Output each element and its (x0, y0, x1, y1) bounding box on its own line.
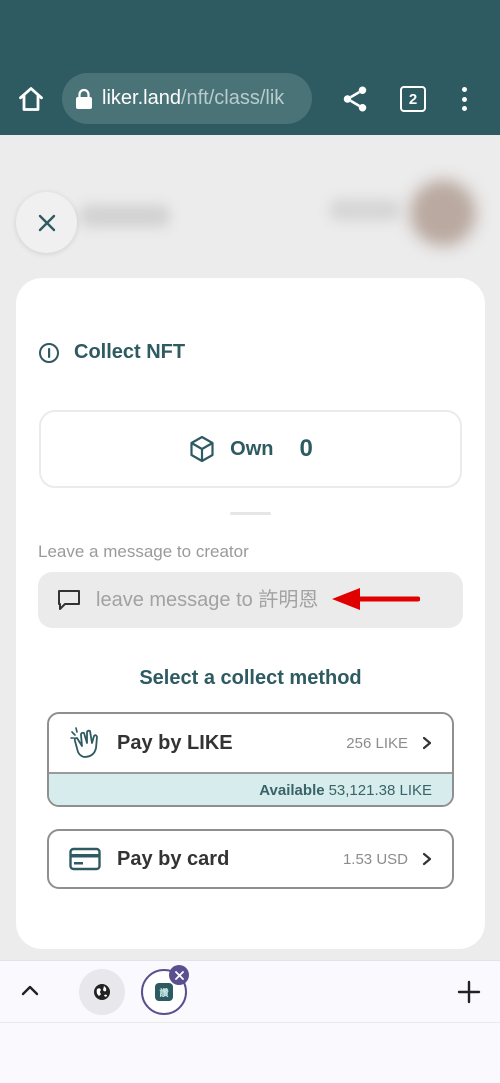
close-icon (38, 214, 55, 231)
tab-switcher-button[interactable]: 2 (400, 86, 426, 112)
own-count-box: Own 0 (39, 410, 462, 488)
home-button[interactable] (14, 82, 48, 116)
message-label: Leave a message to creator (38, 542, 249, 561)
blurred-text (80, 205, 170, 227)
chevron-right-icon (422, 736, 432, 750)
message-input[interactable] (96, 588, 336, 612)
cube-icon (190, 435, 214, 463)
info-icon (39, 342, 59, 363)
clap-icon (70, 727, 98, 758)
dialog-header: Collect NFT (38, 341, 185, 364)
url-path: /nft/class/lik (180, 87, 285, 109)
url-bar[interactable]: liker.land/nft/class/lik (62, 73, 312, 124)
pay-by-card-price: 1.53 USD (342, 850, 408, 868)
annotation-arrow-icon (332, 588, 420, 610)
credit-card-icon (69, 847, 101, 871)
chevron-up-icon[interactable] (18, 979, 42, 1003)
available-label: Available (259, 782, 325, 799)
dialog-title: Collect NFT (74, 341, 186, 363)
globe-icon (94, 984, 110, 1000)
tab-globe[interactable] (79, 969, 125, 1015)
lock-icon (76, 88, 92, 109)
share-icon[interactable] (340, 84, 370, 114)
browser-toolbar: liker.land/nft/class/lik 2 (0, 0, 500, 135)
available-balance: 53,121.38 LIKE (328, 782, 432, 799)
bottom-spacer (0, 1023, 500, 1083)
pay-by-like-price: 256 LIKE (346, 734, 408, 752)
blurred-text (330, 199, 400, 221)
collect-nft-dialog: Collect NFT Own 0 Leave a message to cre… (16, 278, 485, 949)
close-dialog-button[interactable] (16, 192, 77, 253)
more-vert-icon[interactable] (452, 84, 476, 114)
pay-by-like-label: Pay by LIKE (117, 731, 233, 754)
home-icon (19, 87, 43, 111)
bottom-tab-bar: 讚 (0, 960, 500, 1022)
like-balance-row: Available 53,121.38 LIKE (49, 772, 452, 805)
blurred-avatar (410, 180, 476, 246)
url-host: liker.land (102, 87, 181, 109)
pay-by-card-button[interactable]: Pay by card 1.53 USD (47, 829, 454, 889)
collect-method-heading: Select a collect method (139, 667, 362, 689)
own-label: Own (230, 437, 274, 460)
liker-favicon: 讚 (155, 983, 173, 1001)
chat-icon (58, 590, 80, 610)
own-count: 0 (299, 435, 313, 462)
pay-by-like-row[interactable]: Pay by LIKE 256 LIKE (49, 714, 452, 772)
plus-icon[interactable] (456, 979, 482, 1005)
close-icon (174, 970, 184, 980)
pay-by-like-button[interactable]: Pay by LIKE 256 LIKE Available 53,121.38… (47, 712, 454, 807)
chevron-right-icon (422, 852, 432, 866)
pay-by-card-label: Pay by card (117, 847, 230, 870)
divider (230, 512, 271, 515)
close-tab-button[interactable] (169, 965, 189, 985)
